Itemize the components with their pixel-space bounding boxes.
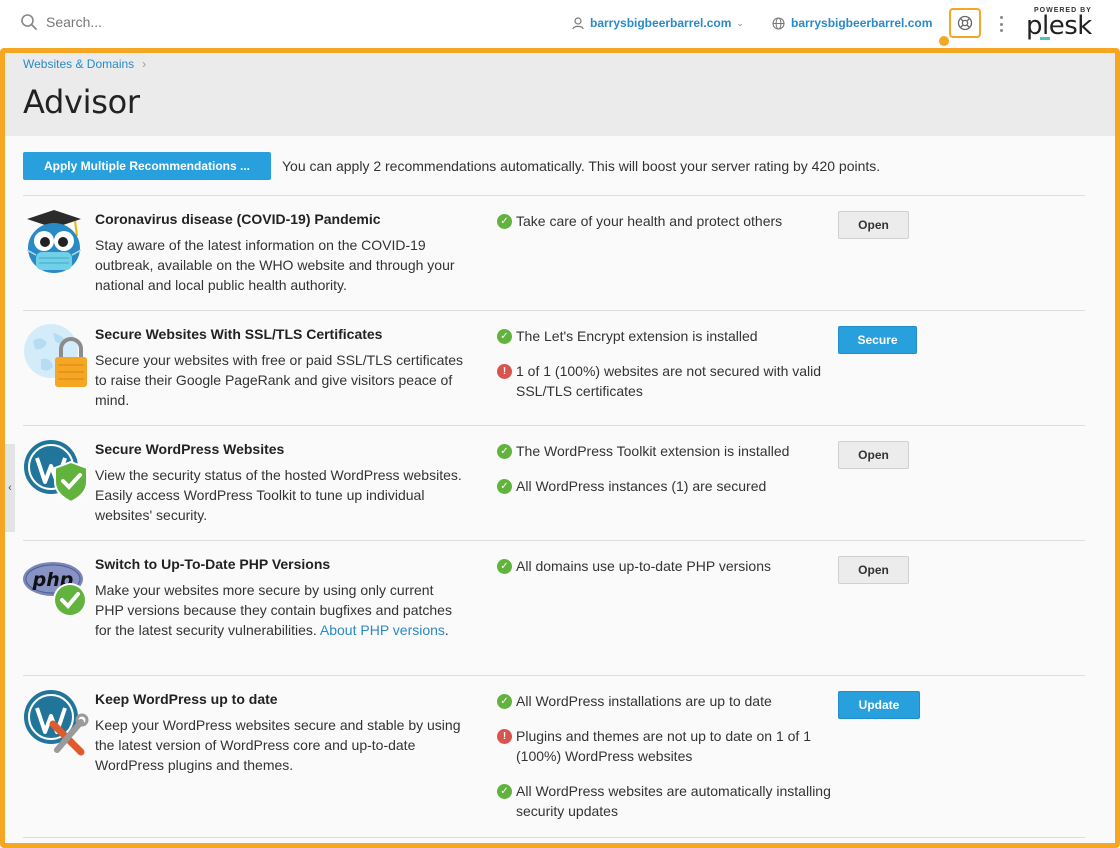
site-link[interactable]: barrysbigbeerbarrel.com: [772, 16, 932, 30]
recommendation-description: Keep your WordPress websites secure and …: [95, 717, 461, 773]
recommendation-wp-updates: Keep WordPress up to date Keep your Word…: [23, 676, 1085, 838]
status-text: All WordPress websites are automatically…: [516, 783, 831, 819]
recommendation-description: Make your websites more secure by using …: [95, 582, 452, 638]
main-frame: Websites & Domains › Advisor Apply Multi…: [0, 48, 1120, 848]
status-text: Plugins and themes are not up to date on…: [516, 728, 811, 764]
status-item: ✓ The WordPress Toolkit extension is ins…: [497, 441, 837, 461]
recommendation-description: Stay aware of the latest information on …: [95, 237, 455, 293]
recommendation-description: View the security status of the hosted W…: [95, 467, 462, 523]
breadcrumb-link[interactable]: Websites & Domains: [23, 57, 134, 71]
status-text: All WordPress instances (1) are secured: [516, 478, 767, 494]
apply-row: Apply Multiple Recommendations ... You c…: [23, 152, 880, 180]
globe-icon: [772, 16, 785, 30]
site-link-label: barrysbigbeerbarrel.com: [791, 16, 933, 30]
advisor-content: Apply Multiple Recommendations ... You c…: [5, 136, 1115, 843]
recommendation-title: Coronavirus disease (COVID-19) Pandemic: [95, 211, 381, 227]
status-item: ! Plugins and themes are not up to date …: [497, 726, 837, 766]
check-icon: ✓: [497, 694, 512, 709]
php-check-icon: php: [23, 553, 87, 623]
breadcrumb: Websites & Domains ›: [23, 57, 146, 71]
status-text: The Let's Encrypt extension is installed: [516, 328, 758, 344]
plesk-logo: POWERED BY plesk: [1026, 7, 1092, 41]
search-box[interactable]: [20, 13, 246, 31]
status-item: ✓ All WordPress websites are automatical…: [497, 781, 837, 821]
recommendation-ssl: Secure Websites With SSL/TLS Certificate…: [23, 311, 1085, 425]
open-button[interactable]: Open: [838, 441, 909, 469]
recommendation-title: Secure WordPress Websites: [95, 441, 285, 457]
status-item: ! 1 of 1 (100%) websites are not secured…: [497, 361, 837, 401]
recommendation-php: php Switch to Up-To-Date PHP Versions Ma…: [23, 541, 1085, 675]
chevron-right-icon: ›: [142, 57, 147, 71]
status-item: ✓ All WordPress installations are up to …: [497, 691, 837, 711]
logo-wordmark: plesk: [1026, 11, 1092, 41]
open-button[interactable]: Open: [838, 211, 909, 239]
status-text: All WordPress installations are up to da…: [516, 693, 772, 709]
wordpress-shield-icon: [23, 438, 88, 508]
check-icon: ✓: [497, 214, 512, 229]
user-menu[interactable]: barrysbigbeerbarrel.com ⌄: [572, 16, 744, 30]
status-text: All domains use up-to-date PHP versions: [516, 558, 771, 574]
highlight-pointer: [939, 36, 949, 46]
wordpress-tools-icon: [23, 688, 89, 758]
help-lifebuoy-icon: [957, 15, 973, 31]
apply-multiple-button[interactable]: Apply Multiple Recommendations ...: [23, 152, 271, 180]
open-button[interactable]: Open: [838, 556, 909, 584]
kebab-menu-icon[interactable]: [997, 14, 1005, 34]
recommendation-wp-security: Secure WordPress Websites View the secur…: [23, 426, 1085, 540]
search-icon: [21, 14, 37, 30]
globe-lock-icon: [23, 323, 87, 393]
status-text: 1 of 1 (100%) websites are not secured w…: [516, 363, 822, 399]
status-item: ✓ All WordPress instances (1) are secure…: [497, 476, 837, 496]
user-icon: [572, 16, 584, 30]
page-header: Websites & Domains › Advisor: [5, 53, 1115, 136]
recommendation-title: Switch to Up-To-Date PHP Versions: [95, 556, 331, 572]
update-button[interactable]: Update: [838, 691, 920, 719]
status-item: ✓ The Let's Encrypt extension is install…: [497, 326, 837, 346]
error-icon: !: [497, 729, 512, 744]
check-icon: ✓: [497, 784, 512, 799]
status-item: ✓ Take care of your health and protect o…: [497, 211, 837, 231]
chevron-down-icon: ⌄: [736, 17, 744, 28]
top-bar: barrysbigbeerbarrel.com ⌄ barrysbigbeerb…: [0, 0, 1120, 48]
check-icon: ✓: [497, 444, 512, 459]
divider: [23, 837, 1085, 838]
secure-button[interactable]: Secure: [838, 326, 917, 354]
search-input[interactable]: [46, 14, 246, 30]
about-php-link[interactable]: About PHP versions: [320, 622, 445, 638]
help-button[interactable]: [949, 8, 981, 38]
owl-mask-icon: [23, 208, 85, 278]
recommendation-covid: Coronavirus disease (COVID-19) Pandemic …: [23, 196, 1085, 310]
status-text: Take care of your health and protect oth…: [516, 213, 783, 229]
check-icon: ✓: [497, 479, 512, 494]
page-title: Advisor: [23, 83, 140, 121]
apply-info-text: You can apply 2 recommendations automati…: [282, 158, 881, 174]
user-menu-label: barrysbigbeerbarrel.com: [590, 16, 732, 30]
sidebar-collapse-toggle[interactable]: ‹: [5, 444, 15, 532]
status-item: ✓ All domains use up-to-date PHP version…: [497, 556, 837, 576]
recommendation-title: Keep WordPress up to date: [95, 691, 278, 707]
recommendation-description: Secure your websites with free or paid S…: [95, 352, 464, 408]
chevron-left-icon: ‹: [8, 482, 12, 494]
error-icon: !: [497, 364, 512, 379]
check-icon: ✓: [497, 559, 512, 574]
recommendation-title: Secure Websites With SSL/TLS Certificate…: [95, 326, 383, 342]
check-icon: ✓: [497, 329, 512, 344]
status-text: The WordPress Toolkit extension is insta…: [516, 443, 790, 459]
